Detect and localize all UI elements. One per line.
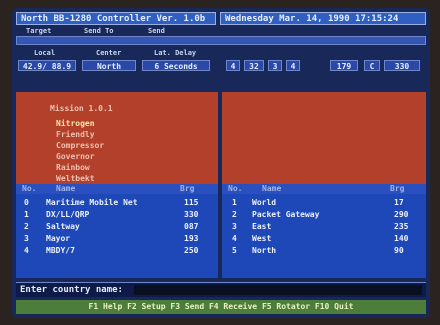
local-value: 42.9/ 88.9 (18, 60, 76, 71)
local-label: Local (34, 49, 56, 57)
list-item[interactable]: 5 North 90 (222, 246, 426, 256)
status-cell-3: 3 (268, 60, 282, 71)
status-cell-4: 4 (286, 60, 300, 71)
list-header: No. Name Brg (222, 184, 426, 194)
status-cell-2: 32 (244, 60, 264, 71)
panel-row: Rainbow (56, 163, 90, 172)
prompt-label: Enter country name: (20, 285, 123, 295)
target-input-strip[interactable] (16, 36, 426, 45)
list-item[interactable]: 4 MBDY/7 250 (16, 246, 218, 256)
list-header: No. Name Brg (16, 184, 218, 194)
list-item[interactable]: 2 Saltway 087 (16, 222, 218, 232)
lat-delay-label: Lat. Delay (154, 49, 197, 57)
list-item[interactable]: 3 Mayor 193 (16, 234, 218, 244)
panel-row: Governor (56, 152, 95, 161)
delay-value: 6 Seconds (142, 60, 210, 71)
right-info-panel (222, 92, 426, 184)
list-item[interactable]: 3 East 235 (222, 222, 426, 232)
list-item[interactable]: 1 DX/LL/QRP 330 (16, 210, 218, 220)
panel-row: Nitrogen (56, 119, 95, 128)
panel-row: Weltbekt (56, 174, 95, 183)
country-input[interactable] (134, 285, 422, 295)
date-time-bar: Wednesday Mar. 14, 1990 17:15:24 (220, 12, 426, 25)
center-value: North (82, 60, 136, 71)
list-item[interactable]: 2 Packet Gateway 290 (222, 210, 426, 220)
panel-row: Compressor (56, 141, 105, 150)
status-cell-1: 4 (226, 60, 240, 71)
panel-row: Mission 1.0.1 (50, 104, 113, 113)
center-label: Center (96, 49, 122, 57)
status-cell-5: 179 (330, 60, 358, 71)
list-item[interactable]: 0 Maritime Mobile Net 115 (16, 198, 218, 208)
status-cell-7: 330 (384, 60, 420, 71)
target-label: Target (26, 27, 52, 35)
list-item[interactable]: 1 World 17 (222, 198, 426, 208)
send-label: Send (148, 27, 165, 35)
status-cell-6: C (364, 60, 380, 71)
send-to-label: Send To (84, 27, 114, 35)
right-station-list: No. Name Brg 1 World 17 2 Packet Gateway 290… (222, 184, 426, 278)
list-item[interactable]: 4 West 140 (222, 234, 426, 244)
prompt-bar: Enter country name: (16, 282, 426, 297)
terminal-screen: North BB-1280 Controller Ver. 1.0b Wedne… (12, 8, 430, 318)
panel-row: Friendly (56, 130, 95, 139)
function-key-bar[interactable]: F1 Help F2 Setup F3 Send F4 Receive F5 R… (16, 300, 426, 314)
app-title-bar: North BB-1280 Controller Ver. 1.0b (16, 12, 216, 25)
left-info-panel: Mission 1.0.1 Nitrogen Friendly Compress… (16, 92, 218, 184)
left-station-list: No. Name Brg 0 Maritime Mobile Net 115 1 DX… (16, 184, 218, 278)
